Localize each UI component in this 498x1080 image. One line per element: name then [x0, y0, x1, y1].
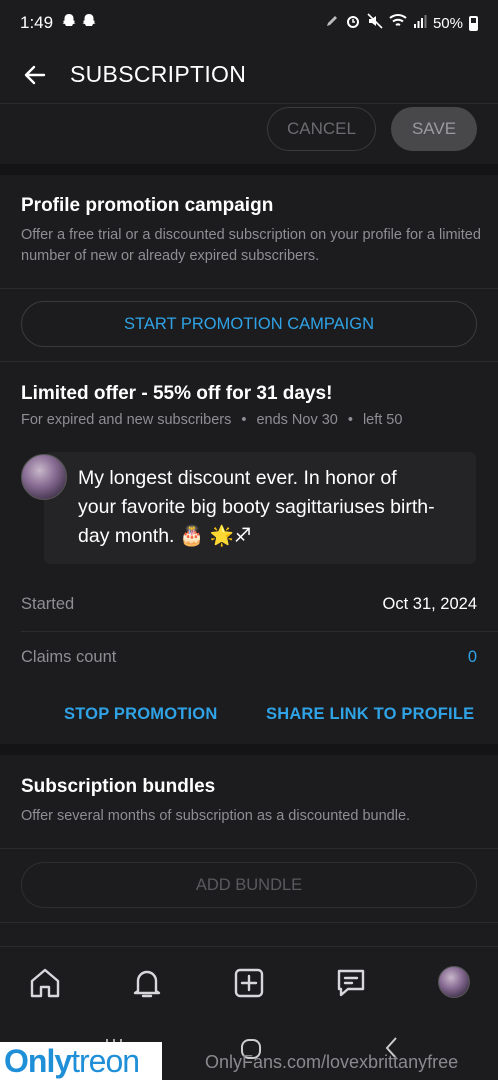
divider	[0, 361, 498, 362]
watermark-logo: Only treon	[0, 1042, 162, 1080]
promotion-description: Offer a free trial or a discounted subsc…	[21, 227, 481, 264]
divider	[21, 631, 498, 632]
add-bundle-button[interactable]: ADD BUNDLE	[21, 862, 477, 908]
app-header: SUBSCRIPTION	[0, 46, 498, 104]
divider	[0, 848, 498, 849]
pencil-icon	[325, 14, 339, 32]
back-arrow-icon[interactable]	[20, 60, 50, 90]
message-line: your favorite big booty sagittariuses bi…	[78, 496, 435, 518]
offer-audience: For expired and new subscribers	[21, 412, 232, 428]
mute-icon	[367, 13, 383, 33]
action-row: CANCEL SAVE	[0, 104, 498, 164]
watermark-brand: treon	[71, 1042, 140, 1079]
divider	[0, 922, 498, 923]
offer-message: My longest discount ever. In honor of yo…	[44, 452, 476, 564]
offer-ends: ends Nov 30	[256, 412, 338, 428]
messages-icon[interactable]	[331, 963, 371, 1003]
message-line: day month. 🎂 🌟♐	[78, 525, 252, 547]
message-line: My longest discount ever. In honor of	[78, 467, 397, 489]
page-title: SUBSCRIPTION	[70, 61, 247, 87]
section-divider	[0, 744, 498, 755]
battery-text: 50%	[432, 14, 463, 32]
alarm-icon	[345, 13, 361, 33]
offer-meta: For expired and new subscribers • ends N…	[21, 412, 402, 428]
cancel-button[interactable]: CANCEL	[267, 107, 376, 151]
meta-separator: •	[241, 412, 247, 428]
claims-row: Claims count 0	[21, 648, 477, 667]
meta-separator: •	[347, 412, 353, 428]
snapchat-icon	[81, 13, 97, 33]
bottom-nav	[0, 946, 498, 1022]
status-icons: 50%	[325, 13, 478, 33]
status-bar: 1:49 50%	[0, 0, 498, 46]
status-time: 1:49	[20, 13, 54, 32]
home-icon[interactable]	[25, 963, 65, 1003]
add-post-icon[interactable]	[229, 963, 269, 1003]
profile-avatar[interactable]	[438, 966, 470, 998]
claims-value[interactable]: 0	[468, 648, 477, 667]
watermark-brand: Only	[4, 1042, 72, 1079]
bell-icon[interactable]	[127, 963, 167, 1003]
offer-left: left 50	[362, 412, 403, 428]
promotion-title: Profile promotion campaign	[21, 195, 274, 216]
start-promotion-button[interactable]: START PROMOTION CAMPAIGN	[21, 301, 477, 347]
started-value: Oct 31, 2024	[382, 595, 477, 613]
signal-icon	[413, 14, 427, 32]
avatar[interactable]	[21, 454, 67, 500]
save-button[interactable]: SAVE	[391, 107, 477, 151]
share-link-button[interactable]: SHARE LINK TO PROFILE	[266, 705, 474, 724]
battery-icon	[469, 15, 478, 31]
started-label: Started	[21, 595, 75, 613]
bundles-title: Subscription bundles	[21, 776, 216, 797]
section-divider	[0, 164, 498, 175]
offer-title: Limited offer - 55% off for 31 days!	[21, 383, 333, 404]
snapchat-icon	[61, 13, 77, 33]
wifi-icon	[389, 13, 407, 33]
bundles-description: Offer several months of subscription as …	[21, 808, 411, 824]
watermark-url: OnlyFans.com/lovexbrittanyfree	[205, 1052, 459, 1072]
stop-promotion-button[interactable]: STOP PROMOTION	[64, 705, 217, 724]
started-row: Started Oct 31, 2024	[21, 595, 477, 614]
divider	[0, 288, 498, 289]
claims-label: Claims count	[21, 648, 117, 666]
